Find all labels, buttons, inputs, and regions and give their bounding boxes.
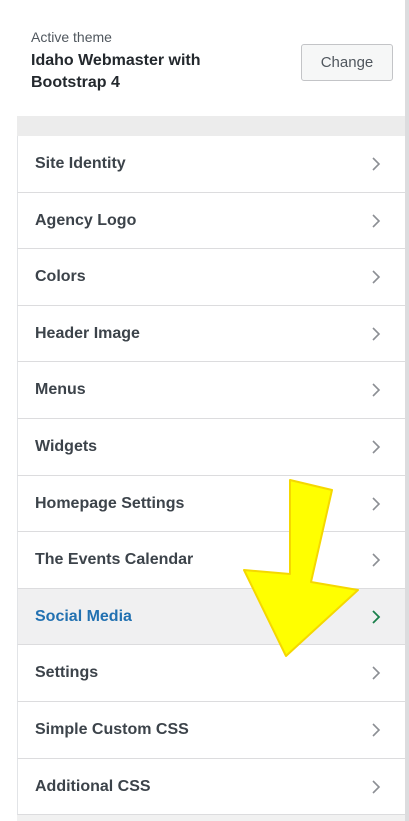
chevron-right-icon <box>369 476 383 532</box>
menu-item-colors[interactable]: Colors <box>17 249 405 306</box>
chevron-right-icon <box>369 306 383 362</box>
active-theme-name: Idaho Webmaster with Bootstrap 4 <box>31 52 201 91</box>
menu-item-label: Additional CSS <box>35 777 151 795</box>
chevron-right-icon <box>369 532 383 588</box>
menu-item-the-events-calendar[interactable]: The Events Calendar <box>17 532 405 589</box>
menu-item-additional-css[interactable]: Additional CSS <box>17 758 405 816</box>
section-divider <box>17 116 405 136</box>
chevron-right-icon <box>369 419 383 475</box>
chevron-right-icon <box>369 589 383 645</box>
menu-item-label: Site Identity <box>35 155 126 172</box>
menu-item-label: Homepage Settings <box>35 494 185 512</box>
menu-item-agency-logo[interactable]: Agency Logo <box>17 192 405 250</box>
active-theme-label: Active theme <box>31 29 112 45</box>
menu-item-label: Social Media <box>35 607 132 625</box>
menu-item-simple-custom-css[interactable]: Simple Custom CSS <box>17 701 405 759</box>
menu-item-label: Header Image <box>35 324 140 342</box>
menu-item-header-image[interactable]: Header Image <box>17 305 405 363</box>
chevron-right-icon <box>369 759 383 815</box>
menu-item-site-identity[interactable]: Site Identity <box>17 136 405 193</box>
menu-item-label: Agency Logo <box>35 211 137 229</box>
menu-item-settings[interactable]: Settings <box>17 645 405 702</box>
chevron-right-icon <box>369 362 383 418</box>
menu-item-homepage-settings[interactable]: Homepage Settings <box>17 475 405 533</box>
menu-item-label: The Events Calendar <box>35 551 194 569</box>
chevron-right-icon <box>369 702 383 758</box>
menu-item-label: Widgets <box>35 437 98 455</box>
menu-item-label: Settings <box>35 664 99 682</box>
menu-item-label: Menus <box>35 381 86 399</box>
chevron-right-icon <box>369 645 383 701</box>
menu-item-menus[interactable]: Menus <box>17 362 405 419</box>
chevron-right-icon <box>369 249 383 305</box>
customizer-menu: Site Identity Agency Logo Colors Header … <box>17 136 405 816</box>
menu-item-social-media[interactable]: Social Media <box>17 588 405 646</box>
chevron-right-icon <box>369 193 383 249</box>
panel-edge <box>405 0 409 821</box>
menu-item-label: Simple Custom CSS <box>35 720 189 738</box>
change-theme-button[interactable]: Change <box>301 44 393 81</box>
menu-item-widgets[interactable]: Widgets <box>17 418 405 476</box>
chevron-right-icon <box>369 136 383 192</box>
menu-item-label: Colors <box>35 268 86 286</box>
